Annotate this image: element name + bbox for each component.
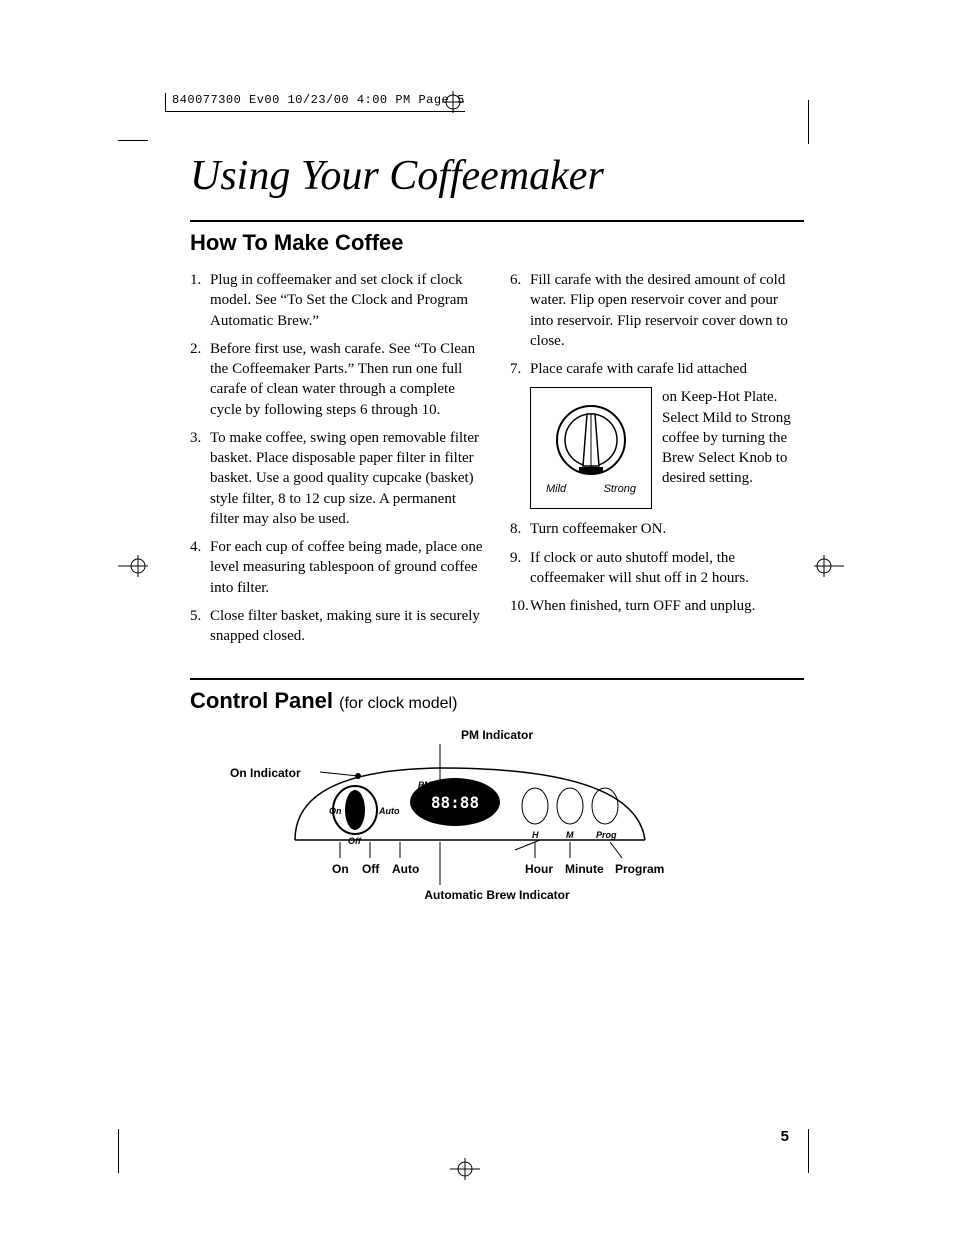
- step-num: 8.: [510, 519, 530, 539]
- svg-text:On: On: [329, 806, 342, 816]
- page-number: 5: [781, 1128, 789, 1145]
- clock-display: 88:88: [431, 793, 479, 812]
- step-num: 2.: [190, 339, 210, 420]
- svg-text:Auto: Auto: [378, 806, 400, 816]
- knob-strong-label: Strong: [604, 482, 636, 497]
- step-num: 1.: [190, 270, 210, 331]
- step-text: Plug in coffeemaker and set clock if clo…: [210, 270, 484, 331]
- step-text: Before first use, wash carafe. See “To C…: [210, 339, 484, 420]
- step-text: Place carafe with carafe lid attached: [530, 359, 804, 379]
- step-num: 3.: [190, 428, 210, 529]
- step-text: Fill carafe with the desired amount of c…: [530, 270, 804, 351]
- step-text: Turn coffeemaker ON.: [530, 519, 804, 539]
- step-num: 9.: [510, 548, 530, 589]
- step-text: For each cup of coffee being made, place…: [210, 537, 484, 598]
- knob-icon: [551, 400, 631, 480]
- control-panel-figure: PM Indicator On Indicator On Off Auto Ho…: [190, 728, 804, 928]
- step-text: If clock or auto shutoff model, the coff…: [530, 548, 804, 589]
- panel-drawing: On Auto Off 88:88 PM H M Prog: [240, 740, 740, 890]
- brew-knob-figure: Mild Strong: [530, 387, 652, 509]
- step-num: 10.: [510, 596, 530, 616]
- print-slug: 840077300 Ev00 10/23/00 4:00 PM Page 5: [165, 93, 465, 112]
- section-subnote: (for clock model): [339, 695, 457, 712]
- section-control-panel: Control Panel (for clock model): [190, 688, 804, 714]
- svg-text:H: H: [532, 830, 539, 840]
- divider: [190, 678, 804, 680]
- svg-text:PM: PM: [418, 780, 432, 790]
- step-text: Close filter basket, making sure it is s…: [210, 606, 484, 647]
- svg-text:M: M: [566, 830, 574, 840]
- section-how-to: How To Make Coffee: [190, 230, 804, 256]
- step-num: 7.: [510, 359, 530, 379]
- step-num: 5.: [190, 606, 210, 647]
- svg-text:Prog: Prog: [596, 830, 617, 840]
- left-column: 1.Plug in coffeemaker and set clock if c…: [190, 270, 484, 654]
- step-text: When finished, turn OFF and unplug.: [530, 596, 804, 616]
- page-title: Using Your Coffeemaker: [190, 152, 804, 200]
- step-num: 6.: [510, 270, 530, 351]
- knob-side-text: on Keep-Hot Plate. Select Mild to Strong…: [662, 387, 804, 488]
- right-column: 6.Fill carafe with the desired amount of…: [510, 270, 804, 654]
- divider: [190, 220, 804, 222]
- svg-text:Off: Off: [348, 836, 362, 846]
- auto-brew-label: Automatic Brew Indicator: [424, 888, 569, 902]
- step-text: To make coffee, swing open removable fil…: [210, 428, 484, 529]
- step-num: 4.: [190, 537, 210, 598]
- section-heading-text: Control Panel: [190, 688, 333, 713]
- knob-mild-label: Mild: [546, 482, 566, 497]
